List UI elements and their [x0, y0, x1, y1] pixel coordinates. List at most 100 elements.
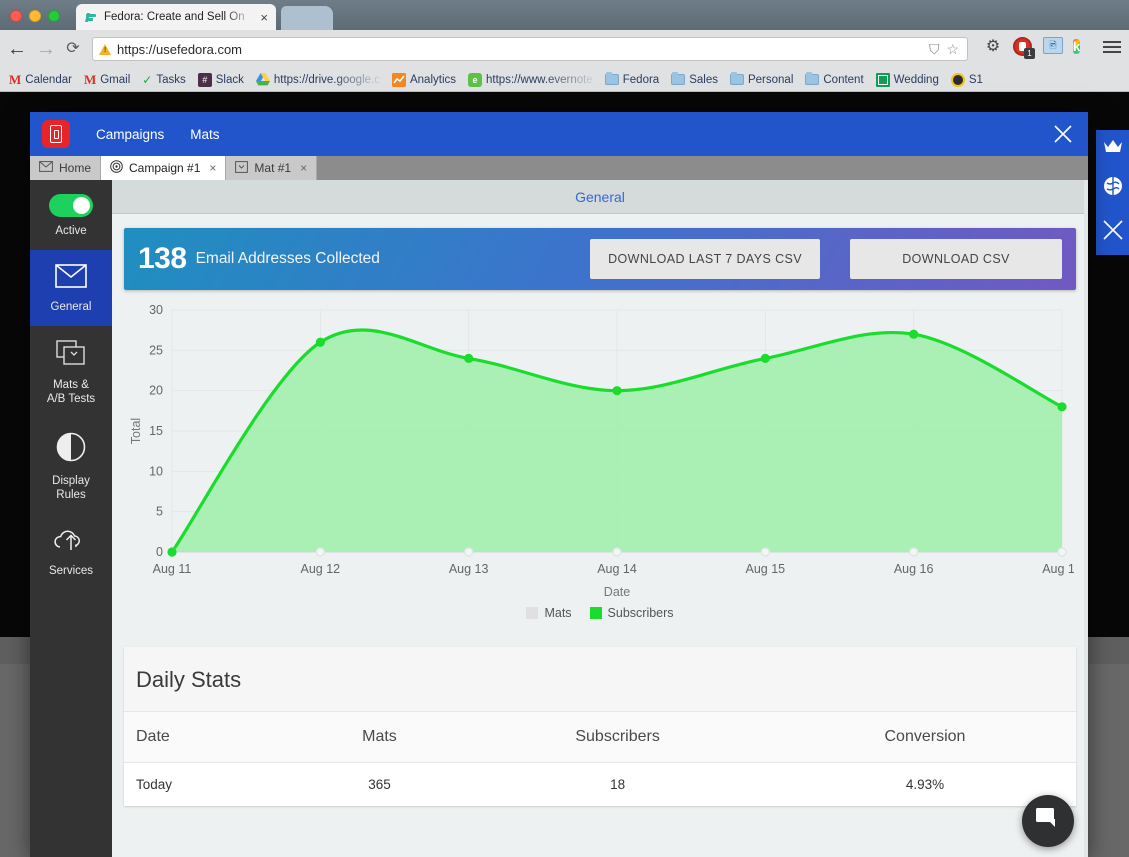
- slack-icon: #: [197, 72, 212, 87]
- bookmark-s1[interactable]: S1: [946, 71, 988, 89]
- sidebar-item-display-rules[interactable]: Display Rules: [30, 418, 112, 514]
- legend-swatch: [526, 607, 539, 619]
- tab-campaign-1-close-icon[interactable]: ×: [209, 161, 216, 175]
- bookmark-fedora-folder[interactable]: Fedora: [600, 72, 664, 88]
- chart-point-mats[interactable]: [908, 547, 919, 557]
- download-last-7-days-csv-button[interactable]: DOWNLOAD LAST 7 DAYS CSV: [590, 239, 820, 279]
- section-tab-general[interactable]: General: [575, 189, 625, 205]
- chart-point-mats[interactable]: [1057, 547, 1067, 557]
- bookmark-wedding[interactable]: Wedding: [871, 71, 944, 89]
- tab-mat-1[interactable]: Mat #1 ×: [226, 156, 318, 180]
- chart-point-subscribers[interactable]: [760, 353, 770, 363]
- new-tab-button[interactable]: [281, 6, 333, 30]
- gear-icon[interactable]: ⚙: [983, 37, 1003, 57]
- bookmark-content-folder[interactable]: Content: [800, 72, 868, 88]
- address-bar-url: https://usefedora.com: [117, 41, 243, 57]
- chart-point-mats[interactable]: [315, 547, 326, 557]
- download-csv-button[interactable]: DOWNLOAD CSV: [850, 239, 1062, 279]
- bookmarks-bar: M Calendar M Gmail ✓ Tasks # Slack https://d…: [0, 68, 1129, 92]
- table-cell: Today: [136, 777, 173, 792]
- tab-home[interactable]: Home: [30, 156, 102, 180]
- sidebar-item-general[interactable]: General: [30, 250, 112, 326]
- close-icon[interactable]: [1102, 219, 1124, 246]
- window-extension-icon[interactable]: 🖻: [1043, 37, 1063, 57]
- k-extension-icon[interactable]: k: [1073, 37, 1093, 57]
- bookmark-drive[interactable]: https://drive.google.c: [251, 71, 385, 88]
- tab-strip: Fedora: Create and Sell On ×: [0, 0, 1129, 30]
- minimize-window-button[interactable]: [29, 10, 41, 22]
- chart-point-subscribers[interactable]: [167, 547, 177, 557]
- legend-item-mats[interactable]: Mats: [526, 606, 572, 620]
- table-cell: 365: [368, 777, 391, 792]
- sidebar-item-label: Display Rules: [52, 475, 90, 501]
- forward-button[interactable]: →: [35, 39, 57, 61]
- chat-widget-button[interactable]: [1022, 795, 1074, 847]
- bookmark-personal-folder[interactable]: Personal: [725, 72, 798, 88]
- tab-mat-1-close-icon[interactable]: ×: [300, 161, 307, 175]
- modal-close-icon[interactable]: [1052, 123, 1074, 145]
- browser-tab-close-icon[interactable]: ×: [260, 10, 268, 25]
- chart-point-subscribers[interactable]: [612, 386, 622, 396]
- sidebar-item-mats-ab-tests[interactable]: Mats & A/B Tests: [30, 326, 112, 418]
- y-axis-tick-label: 20: [149, 384, 163, 398]
- x-axis-tick-label: Aug 17: [1042, 562, 1074, 576]
- close-window-button[interactable]: [10, 10, 22, 22]
- sidebar-item-label: Services: [48, 565, 94, 577]
- side-rail[interactable]: [1096, 130, 1129, 255]
- y-axis-tick-label: 25: [149, 343, 163, 357]
- sidebar-item-label: Active: [55, 225, 87, 237]
- legend-label: Subscribers: [607, 606, 674, 620]
- bookmark-gmail[interactable]: M Gmail: [79, 70, 135, 90]
- sheets-icon: [875, 72, 890, 87]
- y-axis-tick-label: 30: [149, 303, 163, 317]
- bookmark-evernote[interactable]: e https://www.evernote: [463, 71, 598, 89]
- browser-tab-active[interactable]: Fedora: Create and Sell On ×: [76, 4, 276, 30]
- tab-campaign-1[interactable]: Campaign #1 ×: [101, 156, 227, 180]
- folder-icon: [671, 72, 686, 85]
- modal-body: Active General Mats & A/B Tests Display …: [30, 180, 1088, 857]
- chart-point-subscribers[interactable]: [315, 337, 325, 347]
- x-axis-tick-label: Aug 14: [597, 562, 637, 576]
- modal-sidebar: Active General Mats & A/B Tests Display …: [30, 180, 112, 857]
- gmail-icon: M: [83, 71, 97, 87]
- chart-point-mats[interactable]: [463, 547, 474, 557]
- x-axis-tick-label: Aug 12: [301, 562, 341, 576]
- sidebar-item-active-toggle[interactable]: Active: [30, 180, 112, 250]
- subscribers-chart: 0 5 10 15 20 25 30 Aug 11 Aug 12 Aug 13 Aug 14 Aug …: [124, 300, 1076, 635]
- bookmark-sales-folder[interactable]: Sales: [666, 72, 723, 88]
- browser-menu-icon[interactable]: [1103, 37, 1123, 57]
- nav-mats[interactable]: Mats: [190, 127, 219, 142]
- adblock-icon[interactable]: 1: [1013, 37, 1035, 59]
- bookmark-star-icon[interactable]: ☆: [946, 41, 959, 58]
- active-toggle[interactable]: [49, 194, 93, 217]
- envelope-icon: [39, 161, 53, 175]
- nav-campaigns[interactable]: Campaigns: [96, 127, 164, 142]
- chart-point-subscribers[interactable]: [909, 329, 919, 339]
- chart-point-mats[interactable]: [612, 547, 622, 557]
- chart-point-mats[interactable]: [760, 547, 771, 557]
- bookmark-analytics[interactable]: Analytics: [387, 71, 461, 89]
- legend-item-subscribers[interactable]: Subscribers: [589, 606, 674, 620]
- window-controls[interactable]: [10, 10, 60, 22]
- bookmark-slack[interactable]: # Slack: [193, 71, 249, 89]
- daily-stats-card: Daily Stats Date Mats Subscribers Conver…: [124, 647, 1076, 806]
- address-bar[interactable]: ! https://usefedora.com ⛉ ☆: [92, 37, 968, 61]
- column-header-subscribers: Subscribers: [461, 712, 774, 763]
- sidebar-item-services[interactable]: Services: [30, 514, 112, 590]
- chat-bubble-icon: [1035, 807, 1061, 836]
- content-scrollbar[interactable]: [1084, 180, 1088, 857]
- back-button[interactable]: ←: [6, 39, 28, 61]
- chart-point-subscribers[interactable]: [1057, 402, 1067, 412]
- bookmark-calendar[interactable]: M Calendar: [4, 70, 77, 90]
- browser-tab-title: Fedora: Create and Sell On: [104, 11, 245, 23]
- crown-icon[interactable]: [1103, 139, 1123, 158]
- y-axis-tick-label: 10: [149, 464, 163, 478]
- adblock-badge-count: 1: [1024, 48, 1035, 59]
- reload-button[interactable]: ⟳: [62, 39, 84, 61]
- globe-icon[interactable]: [1103, 176, 1123, 201]
- chart-point-subscribers[interactable]: [464, 353, 474, 363]
- column-header-date: Date: [124, 712, 298, 763]
- maximize-window-button[interactable]: [48, 10, 60, 22]
- bookmark-tasks[interactable]: ✓ Tasks: [137, 71, 190, 89]
- shield-icon[interactable]: ⛉: [929, 41, 940, 58]
